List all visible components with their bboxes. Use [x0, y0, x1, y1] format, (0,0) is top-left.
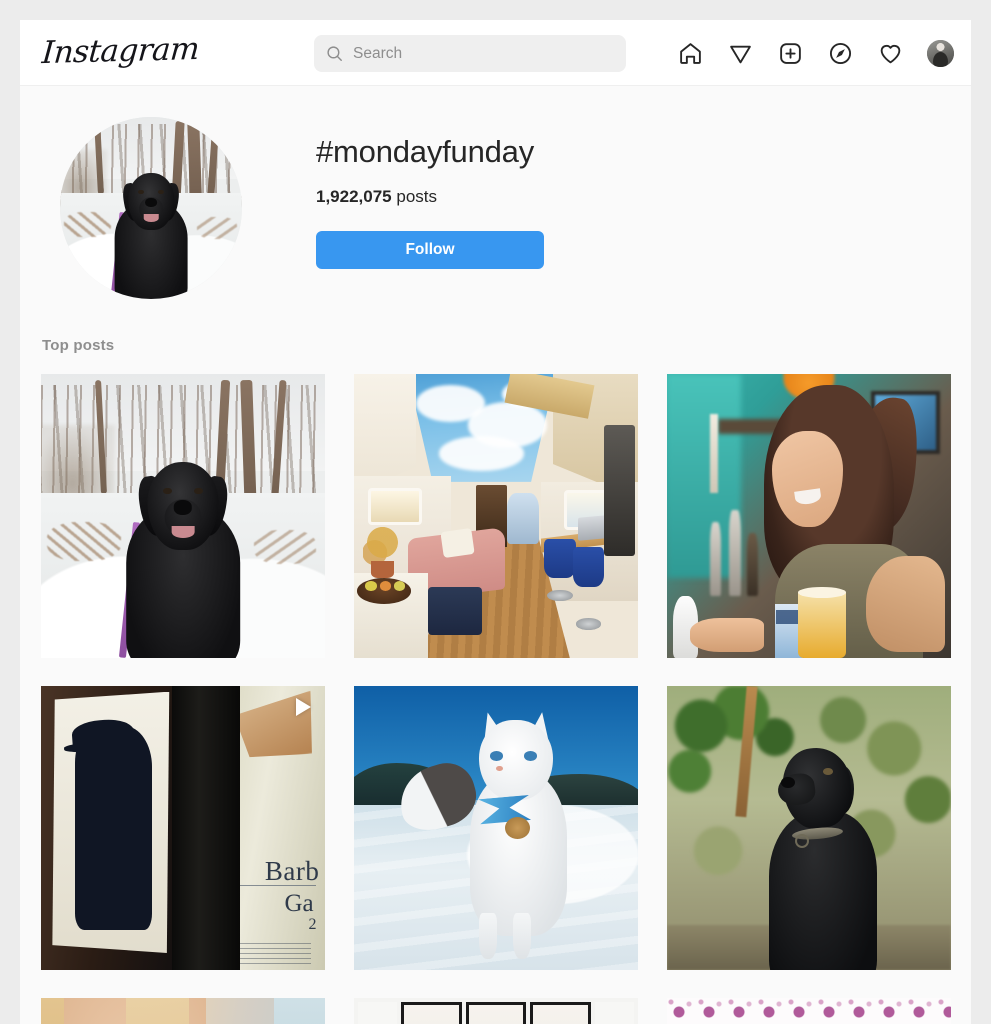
- instagram-wordmark-logo[interactable]: Instagram: [41, 31, 201, 71]
- search-field-container[interactable]: [314, 35, 626, 72]
- post-image: [41, 374, 325, 658]
- hashtag-info: #mondayfunday 1,922,075 posts Follow: [316, 116, 544, 269]
- activity-heart-icon[interactable]: [877, 40, 903, 66]
- post-image: [667, 998, 951, 1024]
- follow-button[interactable]: Follow: [316, 230, 544, 269]
- post-count-value: 1,922,075: [316, 186, 392, 206]
- direct-message-icon[interactable]: [727, 40, 753, 66]
- post-count-label: posts: [396, 186, 438, 206]
- home-icon[interactable]: [677, 40, 703, 66]
- post-tile[interactable]: [354, 998, 638, 1024]
- avatar-silhouette: [932, 51, 949, 67]
- nav-icon-group: [677, 20, 954, 86]
- top-posts-label: Top posts: [42, 337, 115, 354]
- search-input[interactable]: [353, 35, 614, 72]
- post-image: [667, 686, 951, 970]
- post-image: [41, 998, 325, 1024]
- post-tile[interactable]: [354, 686, 638, 970]
- post-tile[interactable]: [41, 374, 325, 658]
- post-image: [667, 374, 951, 658]
- post-tile[interactable]: Barb Ga 2: [41, 686, 325, 970]
- post-image: [354, 686, 638, 970]
- hashtag-page-content: #mondayfunday 1,922,075 posts Follow Top…: [20, 86, 971, 1024]
- top-navigation-bar: Instagram: [20, 20, 971, 86]
- post-tile[interactable]: [667, 686, 951, 970]
- hashtag-avatar-image: [60, 117, 242, 299]
- hashtag-avatar[interactable]: [60, 117, 242, 299]
- hashtag-header: #mondayfunday 1,922,075 posts Follow: [20, 86, 971, 299]
- new-post-icon[interactable]: [777, 40, 803, 66]
- post-count: 1,922,075 posts: [316, 187, 544, 207]
- profile-avatar[interactable]: [927, 39, 954, 67]
- post-image: [354, 998, 638, 1024]
- post-grid-next-row: [41, 998, 951, 1024]
- post-tile[interactable]: [354, 374, 638, 658]
- post-tile[interactable]: [667, 998, 951, 1024]
- post-image: Barb Ga 2: [41, 686, 325, 970]
- post-image: [354, 374, 638, 658]
- post-grid: Barb Ga 2: [41, 374, 951, 970]
- page-title: #mondayfunday: [316, 134, 535, 169]
- post-tile[interactable]: [41, 998, 325, 1024]
- instagram-app-frame: Instagram Search #mondayfunday 1,922,075…: [20, 20, 971, 1024]
- explore-compass-icon[interactable]: [827, 40, 853, 66]
- search-icon: [326, 45, 343, 62]
- post-tile[interactable]: [667, 374, 951, 658]
